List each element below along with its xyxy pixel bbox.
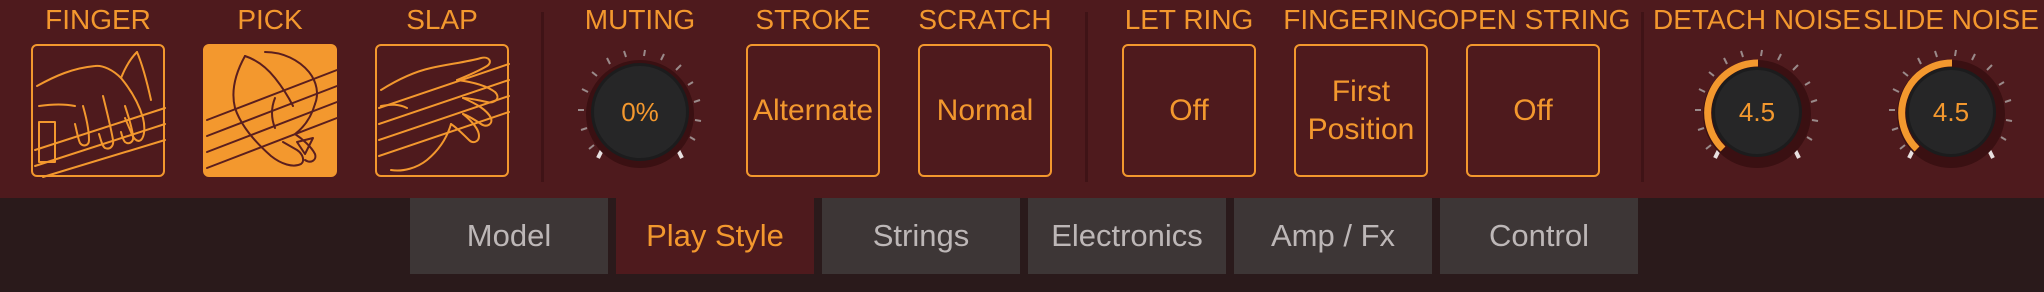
section-divider	[1085, 12, 1088, 182]
slap-label: SLAP	[406, 4, 478, 35]
tab-amp-fx[interactable]: Amp / Fx	[1234, 198, 1432, 274]
open-string-selector[interactable]: Off	[1466, 44, 1600, 177]
finger-hand-icon	[34, 51, 166, 178]
muting-knob[interactable]: 0%	[570, 42, 710, 182]
open-string-value: Off	[1513, 93, 1553, 127]
pick-hand-icon	[206, 51, 338, 169]
stroke-value: Alternate	[752, 93, 874, 127]
section-divider	[541, 12, 544, 182]
tab-electronics[interactable]: Electronics	[1028, 198, 1226, 274]
muting-label: MUTING	[584, 4, 696, 35]
section-divider	[1641, 12, 1644, 182]
detach-noise-value: 4.5	[1738, 96, 1776, 127]
finger-style-button[interactable]	[31, 44, 166, 178]
tab-play-style[interactable]: Play Style	[616, 198, 814, 274]
stroke-label: STROKE	[755, 4, 871, 35]
slide-noise-value: 4.5	[1932, 96, 1970, 127]
let-ring-value: Off	[1169, 93, 1209, 127]
muting-value: 0%	[621, 96, 659, 127]
finger-label: FINGER	[45, 4, 151, 35]
pick-label: PICK	[237, 4, 303, 35]
slap-hand-icon	[378, 56, 510, 172]
slide-noise-knob[interactable]: 4.5	[1881, 42, 2021, 182]
tab-model[interactable]: Model	[410, 198, 608, 274]
tab-control[interactable]: Control	[1440, 198, 1638, 274]
fingering-value-line2: Position	[1307, 112, 1415, 146]
stroke-selector[interactable]: Alternate	[746, 44, 880, 177]
play-style-panel: FINGER PICK SLAP MUTING 0% STROKE Altern…	[0, 0, 2044, 198]
detach-noise-label: DETACH NOISE	[1653, 4, 1861, 35]
tab-strings[interactable]: Strings	[822, 198, 1020, 274]
open-string-label: OPEN STRING	[1437, 4, 1631, 35]
scratch-value: Normal	[936, 93, 1034, 127]
let-ring-label: LET RING	[1124, 4, 1254, 35]
tab-bar: Model Play Style Strings Electronics Amp…	[0, 198, 2044, 274]
slap-style-button[interactable]	[375, 44, 510, 177]
pick-style-button[interactable]	[203, 44, 338, 177]
slide-noise-label: SLIDE NOISE	[1863, 4, 2039, 35]
scratch-label: SCRATCH	[918, 4, 1052, 35]
scratch-selector[interactable]: Normal	[918, 44, 1052, 177]
fingering-label: FINGERING	[1283, 4, 1439, 35]
detach-noise-knob[interactable]: 4.5	[1687, 42, 1827, 182]
let-ring-selector[interactable]: Off	[1122, 44, 1256, 177]
fingering-value: First Position	[1308, 73, 1415, 149]
fingering-selector[interactable]: First Position	[1294, 44, 1428, 177]
fingering-value-line1: First	[1331, 74, 1391, 108]
